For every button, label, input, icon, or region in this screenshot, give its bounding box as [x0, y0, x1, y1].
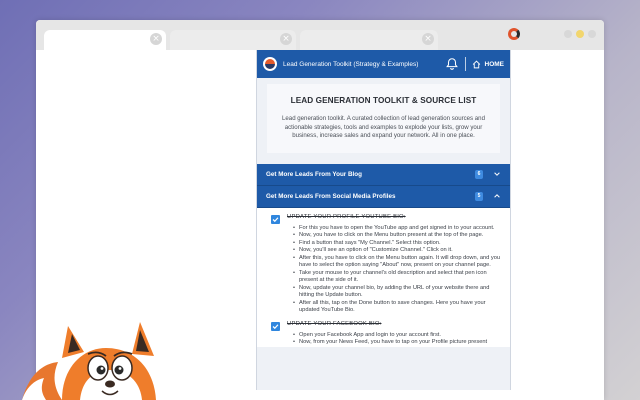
list-item: Now, you'll see an option of "Customize … — [293, 247, 502, 255]
window-controls — [564, 30, 596, 38]
section-label: Get More Leads From Social Media Profile… — [266, 192, 396, 200]
home-icon — [472, 59, 480, 68]
list-item: For this you have to open the YouTube ap… — [293, 225, 502, 233]
step-list: For this you have to open the YouTube ap… — [287, 225, 502, 315]
hero-section: LEAD GENERATION TOOLKIT & SOURCE LIST Le… — [267, 84, 500, 153]
chevron-up-icon — [494, 194, 500, 198]
list-item: Take your mouse to your channel's old de… — [293, 270, 502, 285]
checkmark-icon — [272, 323, 279, 329]
list-item: After all this, tap on the Done button t… — [293, 300, 502, 315]
app-logo-icon — [263, 57, 277, 71]
window-maximize-icon[interactable] — [588, 30, 596, 38]
checklist-item: UPDATE YOUR PROFILE YOUTUBE BIO: For thi… — [271, 214, 502, 315]
page-title: LEAD GENERATION TOOLKIT & SOURCE LIST — [290, 96, 477, 105]
tab-close-icon[interactable]: × — [422, 33, 434, 45]
accordion: Get More Leads From Your Blog 6 Get More… — [257, 163, 510, 347]
app-title: Lead Generation Toolkit (Strategy & Exam… — [283, 60, 419, 68]
count-badge: 6 — [475, 169, 483, 179]
home-button[interactable]: HOME — [472, 59, 505, 69]
header-divider — [464, 57, 466, 71]
page-description: Lead generation toolkit. A curated colle… — [282, 115, 485, 139]
extension-logo-icon[interactable] — [508, 28, 520, 40]
tab-bar: × × × — [36, 20, 604, 50]
tab-close-icon[interactable]: × — [150, 33, 162, 45]
fox-mascot-icon — [22, 322, 156, 400]
checkbox-checked[interactable] — [271, 214, 280, 224]
window-button-icon[interactable] — [564, 30, 572, 38]
popup-header: Lead Generation Toolkit (Strategy & Exam… — [257, 50, 510, 78]
tab-close-icon[interactable]: × — [280, 33, 292, 45]
bell-icon[interactable] — [445, 57, 459, 71]
section-label: Get More Leads From Your Blog — [266, 170, 362, 178]
section-header-social[interactable]: Get More Leads From Social Media Profile… — [257, 185, 510, 208]
checkmark-icon — [272, 216, 279, 222]
checklist-item: UPDATE YOUR FACEBOOK BIO: Open your Face… — [271, 321, 502, 347]
list-item: After this, you have to click on the Men… — [293, 255, 502, 270]
item-title: UPDATE YOUR FACEBOOK BIO: — [287, 320, 382, 327]
browser-tab-3[interactable]: × — [300, 30, 438, 50]
item-title: UPDATE YOUR PROFILE YOUTUBE BIO: — [287, 213, 406, 220]
browser-tab-1[interactable]: × — [44, 30, 166, 50]
extension-popup: Lead Generation Toolkit (Strategy & Exam… — [256, 50, 511, 390]
chevron-down-icon — [494, 172, 500, 176]
window-minimize-icon[interactable] — [576, 30, 584, 38]
section-body-social: UPDATE YOUR PROFILE YOUTUBE BIO: For thi… — [257, 207, 510, 347]
list-item: Open your Facebook App and login to your… — [293, 332, 487, 340]
list-item: Now, from your News Feed, you have to ta… — [293, 339, 487, 347]
browser-tab-2[interactable]: × — [170, 30, 296, 50]
count-badge: 5 — [475, 191, 483, 201]
list-item: Now, update your channel bio, by adding … — [293, 285, 502, 300]
list-item: Find a button that says "My Channel." Se… — [293, 240, 502, 248]
step-list: Open your Facebook App and login to your… — [287, 332, 487, 347]
section-header-blog[interactable]: Get More Leads From Your Blog 6 — [257, 163, 510, 186]
checkbox-checked[interactable] — [271, 321, 280, 331]
home-label: HOME — [484, 60, 505, 68]
list-item: Now, you have to click on the Menu butto… — [293, 232, 502, 240]
